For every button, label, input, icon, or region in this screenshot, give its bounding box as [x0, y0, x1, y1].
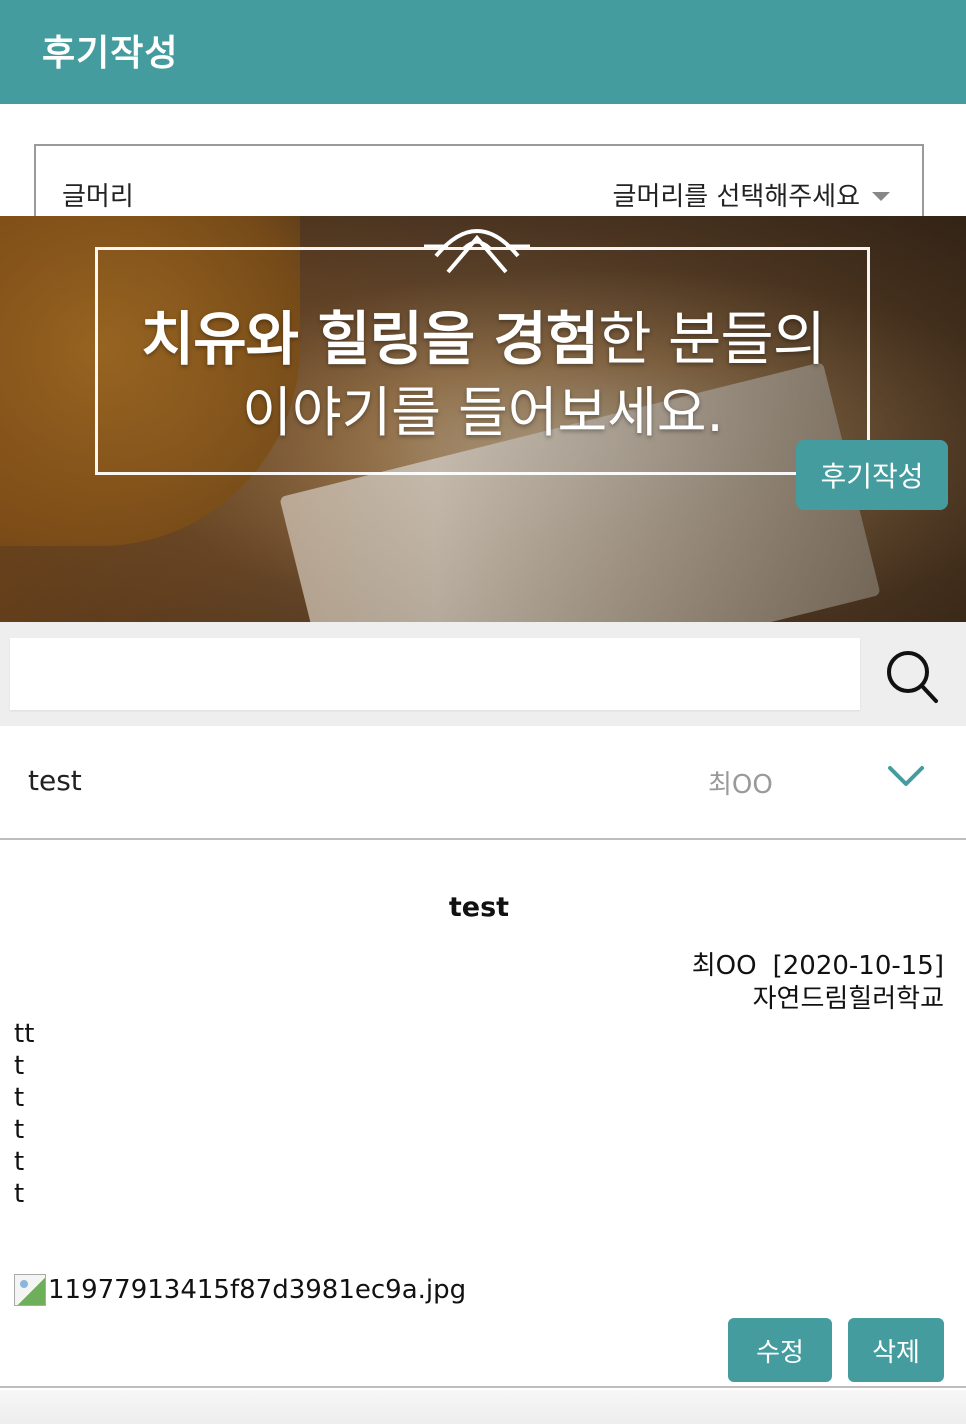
body-line: t — [14, 1179, 25, 1209]
search-icon[interactable] — [880, 646, 944, 706]
chevron-down-icon[interactable] — [886, 762, 926, 790]
hero-banner: 치유와 힐링을 경험한 분들의 이야기를 들어보세요. 후기작성 — [0, 216, 966, 622]
search-input[interactable] — [10, 638, 860, 710]
body-line: t — [14, 1147, 25, 1177]
attachment-name: 11977913415f87d3981ec9a.jpg — [48, 1275, 467, 1305]
page-title: 후기작성 — [42, 33, 179, 74]
caret-down-icon — [872, 192, 890, 201]
detail-author: 최OO — [691, 951, 757, 981]
attachment[interactable]: 11977913415f87d3981ec9a.jpg — [14, 1274, 466, 1306]
banner-headline-bold-b: 경험 — [493, 305, 599, 373]
detail-body: tt t t t t t — [14, 1018, 34, 1210]
body-line: tt — [14, 1019, 35, 1049]
post-title: test — [28, 764, 82, 797]
banner-headline-regular: 한 분들의 — [598, 305, 826, 373]
delete-button[interactable]: 삭제 — [848, 1318, 944, 1382]
category-label: 글머리 — [62, 182, 134, 212]
category-dropdown[interactable]: 글머리를 선택해주세요 — [613, 176, 890, 213]
detail-organization: 자연드림힐러학교 — [752, 984, 944, 1014]
post-author: 최OO — [708, 770, 773, 800]
banner-headline: 치유와 힐링을 경험한 분들의 — [0, 292, 966, 376]
category-placeholder: 글머리를 선택해주세요 — [612, 182, 860, 212]
search-bar — [0, 622, 966, 726]
detail-title: test — [448, 892, 510, 923]
post-list-item[interactable]: test 최OO — [0, 726, 966, 840]
edit-button[interactable]: 수정 — [728, 1318, 832, 1382]
banner-headline-bold-a: 치유와 힐링을 — [140, 305, 475, 373]
body-line: t — [14, 1051, 25, 1081]
post-detail: test 최OO [2020-10-15] 자연드림힐러학교 tt t t t t… — [0, 842, 966, 1388]
banner-subheadline: 이야기를 들어보세요. — [242, 381, 724, 444]
write-review-button[interactable]: 후기작성 — [796, 440, 948, 510]
detail-meta: 최OO [2020-10-15] 자연드림힐러학교 — [692, 950, 944, 1016]
app-header: 후기작성 — [0, 0, 966, 104]
detail-date: [2020-10-15] — [772, 951, 944, 981]
body-line: t — [14, 1115, 25, 1145]
body-line: t — [14, 1083, 25, 1113]
broken-image-icon — [14, 1274, 46, 1306]
footer-strip — [0, 1390, 966, 1424]
